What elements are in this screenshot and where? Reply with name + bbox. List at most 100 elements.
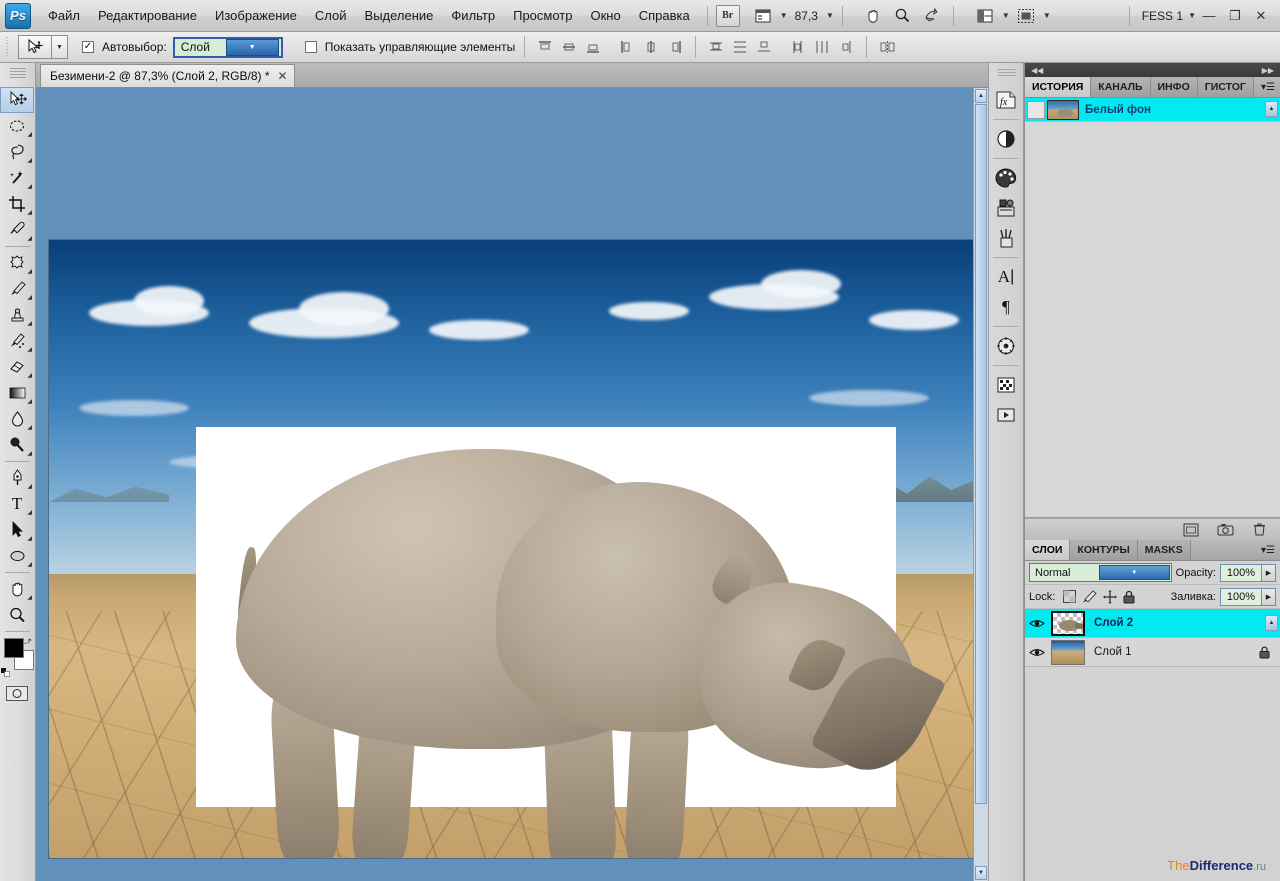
tab-history[interactable]: ИСТОРИЯ: [1025, 77, 1092, 97]
tab-layers[interactable]: СЛОИ: [1025, 540, 1071, 560]
marquee-tool[interactable]: ◢: [0, 113, 34, 139]
gradient-tool-expand-icon[interactable]: ◢: [27, 399, 32, 405]
actions-icon[interactable]: [989, 400, 1023, 430]
distribute-right-edges-icon[interactable]: [835, 36, 857, 58]
canvas-vertical-scrollbar[interactable]: ▲ ▼: [973, 88, 988, 881]
auto-align-layers-icon[interactable]: [876, 36, 898, 58]
lock-all-icon[interactable]: [1123, 590, 1135, 604]
history-panel-body[interactable]: Белый фон ▲: [1025, 98, 1280, 518]
delete-state-icon[interactable]: [1250, 522, 1268, 538]
blur-tool-expand-icon[interactable]: ◢: [27, 425, 32, 431]
quick-mask-toggle[interactable]: [0, 682, 34, 704]
align-vertical-centers-icon[interactable]: [558, 36, 580, 58]
document-canvas[interactable]: [49, 240, 974, 858]
align-left-edges-icon[interactable]: [616, 36, 638, 58]
tools-palette-grip[interactable]: [10, 68, 26, 78]
lasso-tool[interactable]: ◢: [0, 139, 34, 165]
lasso-tool-expand-icon[interactable]: ◢: [27, 158, 32, 164]
menu-window[interactable]: Окно: [581, 4, 629, 27]
fill-chevron-right-icon[interactable]: ▶: [1262, 587, 1276, 606]
opacity-value[interactable]: 100%: [1220, 563, 1262, 582]
shape-tool-expand-icon[interactable]: ◢: [27, 562, 32, 568]
hand-tool-icon[interactable]: [861, 5, 887, 27]
pen-tool-expand-icon[interactable]: ◢: [27, 484, 32, 490]
menu-image[interactable]: Изображение: [206, 4, 306, 27]
layers-scroll-up-icon[interactable]: ▲: [1265, 615, 1278, 631]
layer-thumbnail[interactable]: [1051, 610, 1085, 636]
crop-tool-expand-icon[interactable]: ◢: [27, 210, 32, 216]
lock-position-icon[interactable]: [1103, 589, 1118, 604]
align-top-edges-icon[interactable]: [534, 36, 556, 58]
scroll-down-icon[interactable]: ▼: [975, 866, 987, 880]
dock-collapse-bar[interactable]: ◀◀ ▶▶: [1025, 63, 1280, 77]
eyedropper-tool[interactable]: ◢: [0, 217, 34, 243]
brush-tool-expand-icon[interactable]: ◢: [27, 295, 32, 301]
path-selection-tool-expand-icon[interactable]: ◢: [27, 536, 32, 542]
history-scroll-up-icon[interactable]: ▲: [1265, 101, 1278, 117]
type-tool[interactable]: T ◢: [0, 491, 34, 517]
menu-help[interactable]: Справка: [630, 4, 699, 27]
minimize-button[interactable]: —: [1196, 4, 1222, 28]
screen-mode-icon[interactable]: [750, 5, 776, 27]
lock-image-pixels-icon[interactable]: [1082, 590, 1097, 603]
canvas-scroll-thumb[interactable]: [975, 104, 987, 804]
swatches-icon[interactable]: [989, 193, 1023, 223]
marquee-tool-expand-icon[interactable]: ◢: [27, 132, 32, 138]
adjustments-icon[interactable]: [989, 124, 1023, 154]
eraser-tool[interactable]: ◢: [0, 354, 34, 380]
workspace-name[interactable]: FESS 1: [1138, 7, 1187, 25]
canvas-area[interactable]: ▲ ▼: [36, 88, 988, 881]
close-icon[interactable]: ✕: [278, 69, 288, 83]
blend-mode-dropdown[interactable]: Normal ▼: [1029, 563, 1172, 582]
tab-channels[interactable]: КАНАЛЬ: [1091, 77, 1151, 97]
menu-layer[interactable]: Слой: [306, 4, 356, 27]
screen-mode-chevron-down-icon[interactable]: ▼: [780, 11, 788, 20]
arrange-documents-icon[interactable]: [972, 5, 998, 27]
menu-edit[interactable]: Редактирование: [89, 4, 206, 27]
blend-mode-chevron-down-icon[interactable]: ▼: [1098, 565, 1170, 580]
distribute-bottom-edges-icon[interactable]: [753, 36, 775, 58]
bridge-icon[interactable]: Br: [715, 4, 740, 27]
history-state-row[interactable]: Белый фон ▲: [1025, 98, 1280, 122]
screen-mode-toggle-icon[interactable]: [1013, 5, 1039, 27]
rotate-view-tool-icon[interactable]: [919, 5, 945, 27]
tab-masks[interactable]: MASKS: [1137, 540, 1191, 560]
distribute-vertical-centers-icon[interactable]: [729, 36, 751, 58]
zoom-level-value[interactable]: 87,3: [791, 9, 822, 23]
collapse-right-icon[interactable]: ▶▶: [1262, 66, 1274, 75]
icon-dock-grip[interactable]: [998, 69, 1016, 78]
history-brush-tool-expand-icon[interactable]: ◢: [27, 347, 32, 353]
magic-wand-tool[interactable]: ◢: [0, 165, 34, 191]
workspace-chevron-down-icon[interactable]: ▼: [1188, 11, 1196, 20]
layer-name[interactable]: Слой 1: [1094, 646, 1255, 658]
screen-toggle-chevron-down-icon[interactable]: ▼: [1043, 11, 1051, 20]
scroll-up-icon[interactable]: ▲: [975, 89, 987, 103]
move-tool[interactable]: [0, 87, 34, 113]
align-right-edges-icon[interactable]: [664, 36, 686, 58]
arrange-chevron-down-icon[interactable]: ▼: [1002, 11, 1010, 20]
layer-row[interactable]: Слой 2 ▲: [1025, 609, 1280, 638]
lock-transparent-pixels-icon[interactable]: [1063, 590, 1077, 603]
rhino-subject[interactable]: [196, 427, 947, 858]
distribute-left-edges-icon[interactable]: [787, 36, 809, 58]
options-bar-grip[interactable]: [6, 37, 12, 57]
history-panel-menu-icon[interactable]: ▾☰: [1256, 77, 1280, 97]
layer-row[interactable]: Слой 1: [1025, 638, 1280, 667]
menu-filter[interactable]: Фильтр: [442, 4, 504, 27]
show-transform-controls-checkbox[interactable]: [304, 41, 317, 53]
tab-histogram[interactable]: ГИСТОГ: [1197, 77, 1254, 97]
type-tool-expand-icon[interactable]: ◢: [27, 510, 32, 516]
new-snapshot-icon[interactable]: [1216, 522, 1234, 538]
healing-brush-tool-expand-icon[interactable]: ◢: [27, 269, 32, 275]
layers-panel-menu-icon[interactable]: ▾☰: [1256, 540, 1280, 560]
menu-file[interactable]: Файл: [39, 4, 89, 27]
history-brush-tool[interactable]: ◢: [0, 328, 34, 354]
pen-tool[interactable]: ◢: [0, 465, 34, 491]
hand-tool-expand-icon[interactable]: ◢: [27, 595, 32, 601]
magic-wand-tool-expand-icon[interactable]: ◢: [27, 184, 32, 190]
tab-paths[interactable]: КОНТУРЫ: [1070, 540, 1138, 560]
menu-view[interactable]: Просмотр: [504, 4, 581, 27]
healing-brush-tool[interactable]: ◢: [0, 250, 34, 276]
tool-preset-picker[interactable]: [18, 35, 52, 59]
zoom-tool[interactable]: [0, 602, 34, 628]
